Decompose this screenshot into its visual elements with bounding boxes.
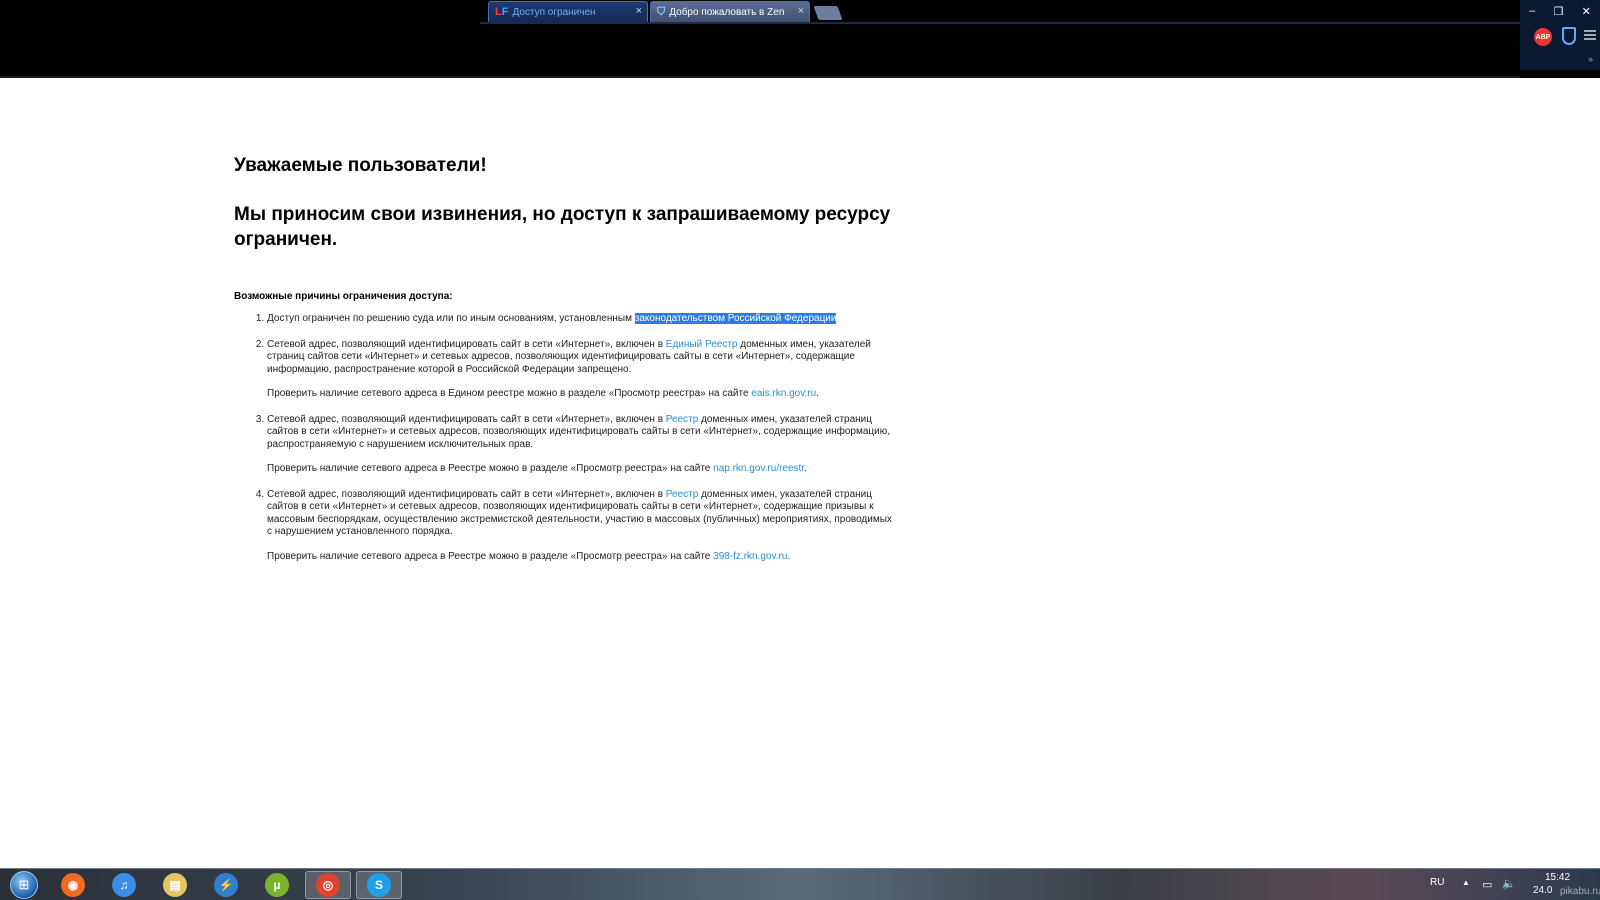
tab-label: Добро пожаловать в Zen [669, 6, 785, 18]
398fz-link[interactable]: 398-fz.rkn.gov.ru [713, 551, 787, 562]
reason-item: Доступ ограничен по решению суда или по … [267, 313, 894, 326]
reasons-heading: Возможные причины ограничения доступа: [234, 291, 453, 302]
registry-link[interactable]: Реестр [666, 489, 699, 500]
tab-access-restricted[interactable]: LF Доступ ограничен × [488, 1, 648, 22]
check-period: . [816, 388, 819, 399]
chrome-taskbar-button[interactable]: ◎ [305, 871, 351, 899]
network-icon[interactable]: ▭ [1482, 878, 1492, 891]
chrome-edge [0, 76, 1520, 78]
skype-taskbar-button[interactable]: S [356, 871, 402, 899]
itunes-icon: ♫ [112, 873, 136, 897]
tab-close-icon[interactable]: × [798, 5, 804, 17]
watermark-text: pikabu.ru [1560, 886, 1600, 897]
chrome-icon: ◎ [316, 873, 340, 897]
itunes-taskbar-button[interactable]: ♫ [101, 871, 147, 899]
overflow-chevron-icon[interactable]: » [1588, 54, 1593, 64]
minimize-button[interactable]: – [1529, 5, 1535, 17]
tab-zen-welcome[interactable]: ⛉ Добро пожаловать в Zen × [650, 1, 810, 22]
tab-close-icon[interactable]: × [636, 5, 642, 17]
reason-item: Сетевой адрес, позволяющий идентифициров… [267, 414, 894, 476]
downloader-icon: ⚡ [214, 873, 238, 897]
file-explorer-taskbar-button[interactable]: ▤ [152, 871, 198, 899]
volume-icon[interactable]: 🔈 [1502, 877, 1516, 890]
reason-item: Сетевой адрес, позволяющий идентифициров… [267, 489, 894, 564]
tab-strip: LF Доступ ограничен × ⛉ Добро пожаловать… [488, 0, 843, 22]
reason-item: Сетевой адрес, позволяющий идентифициров… [267, 339, 894, 401]
downloader-taskbar-button[interactable]: ⚡ [203, 871, 249, 899]
toolbar-strip [480, 22, 1520, 24]
check-text: Проверить наличие сетевого адреса в Един… [267, 388, 752, 399]
reasons-list: Доступ ограничен по решению суда или по … [267, 313, 894, 563]
restore-button[interactable]: ❐ [1554, 5, 1564, 18]
skype-icon: S [367, 873, 391, 897]
unified-registry-link[interactable]: Единый Реестр [666, 339, 738, 350]
registry-link[interactable]: Реестр [666, 414, 699, 425]
law-selected-text: законодательством Российской Федерации [634, 313, 837, 324]
adblock-plus-icon[interactable]: ABP [1534, 28, 1552, 46]
page-greeting: Уважаемые пользователи! [234, 155, 487, 176]
check-text: Проверить наличие сетевого адреса в Реес… [267, 463, 714, 474]
eais-link[interactable]: eais.rkn.gov.ru [751, 388, 816, 399]
tab-label: Доступ ограничен [512, 6, 596, 18]
start-button[interactable]: ⊞ [4, 871, 44, 899]
windows-logo-icon: ⊞ [10, 871, 38, 899]
menu-icon[interactable] [1584, 30, 1596, 40]
shield-favicon-icon: ⛉ [657, 5, 666, 18]
system-tray: RU ▲ ▭ 🔈 15:42 24.0 pikabu.ru [1420, 869, 1600, 900]
check-text: Проверить наличие сетевого адреса в Реес… [267, 550, 714, 562]
page-content: Уважаемые пользователи! Мы приносим свои… [234, 152, 894, 576]
file-explorer-icon: ▤ [163, 873, 187, 897]
reason-text: Сетевой адрес, позволяющий идентифициров… [267, 488, 666, 500]
origin-icon: ◉ [61, 873, 85, 897]
shield-extension-icon[interactable] [1562, 27, 1576, 45]
utorrent-icon: µ [265, 873, 289, 897]
utorrent-taskbar-button[interactable]: µ [254, 871, 300, 899]
reason-text: Сетевой адрес, позволяющий идентифициров… [267, 413, 666, 425]
close-window-button[interactable]: ✕ [1582, 5, 1591, 18]
extension-toolbar: ABP » [1520, 22, 1600, 70]
clock-date[interactable]: 24.0 [1533, 885, 1552, 896]
language-indicator[interactable]: RU [1430, 877, 1444, 888]
lf-favicon-icon: LF [495, 6, 509, 18]
nap-reestr-link[interactable]: nap.rkn.gov.ru/reestr [713, 463, 804, 474]
browser-chrome: LF Доступ ограничен × ⛉ Добро пожаловать… [0, 0, 1600, 78]
page-title: Мы приносим свои извинения, но доступ к … [234, 204, 891, 250]
taskbar: ⊞ ◉ ♫ ▤ ⚡ µ ◎ S RU ▲ ▭ 🔈 15:42 24.0 pikabu.ru [0, 868, 1600, 900]
clock-time[interactable]: 15:42 [1545, 872, 1570, 883]
reason-text: Сетевой адрес, позволяющий идентифициров… [267, 338, 666, 350]
check-period: . [804, 463, 807, 474]
new-tab-button[interactable] [813, 6, 843, 20]
desktop-screen: LF Доступ ограничен × ⛉ Добро пожаловать… [0, 0, 1600, 900]
origin-taskbar-button[interactable]: ◉ [50, 871, 96, 899]
show-hidden-icons-icon[interactable]: ▲ [1462, 878, 1470, 887]
reason-text: Доступ ограничен по решению суда или по … [267, 313, 635, 324]
check-period: . [787, 550, 791, 562]
window-controls: – ❐ ✕ [1520, 0, 1600, 22]
